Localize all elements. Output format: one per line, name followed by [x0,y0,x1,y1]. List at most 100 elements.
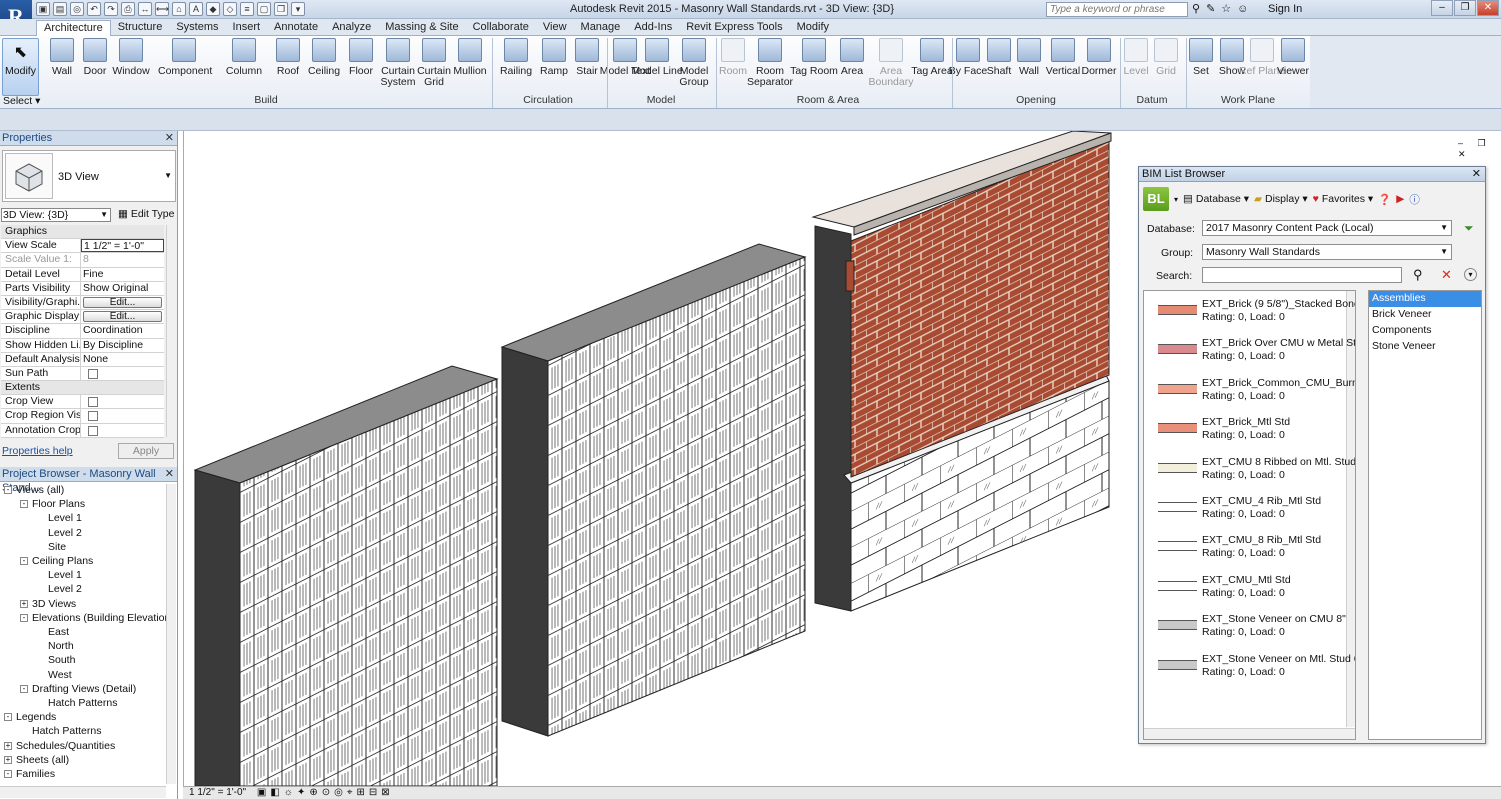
tab-structure[interactable]: Structure [111,20,170,36]
tree-item[interactable]: Level 2 [36,583,82,596]
collapse-icon[interactable]: - [4,486,12,495]
section-extents[interactable]: Extents [1,381,164,396]
close-icon[interactable]: ✕ [1472,167,1481,181]
database-menu[interactable]: ▤ Database ▾ [1183,193,1249,205]
property-row[interactable]: Sun Path [1,366,164,382]
tab-architecture[interactable]: Architecture [36,20,111,36]
tree-item[interactable]: Hatch Patterns [20,725,101,738]
property-row[interactable]: Detail Level Fine [1,267,164,282]
checkbox[interactable] [88,397,98,408]
apply-button[interactable]: Apply [118,443,174,459]
sun-path-checkbox[interactable] [88,368,98,379]
property-value[interactable]: 8 [81,253,164,266]
property-row[interactable]: Visibility/Graphi... Edit... [1,295,164,311]
list-item[interactable]: EXT_Brick Over CMU w Metal Stud Rating: 0… [1144,331,1355,370]
list-item[interactable]: EXT_CMU 8 Ribbed on Mtl. Stud 6" Rating: … [1144,450,1355,489]
property-value[interactable]: Fine [81,268,164,281]
expand-icon[interactable]: + [4,756,12,765]
tree-item[interactable]: + Sheets (all) [4,754,69,767]
open-icon[interactable]: ▣ [36,2,50,16]
tree-item[interactable]: - Ceiling Plans [20,555,93,568]
video-icon[interactable]: ▶ [1396,193,1404,205]
tab-add-ins[interactable]: Add-Ins [627,20,679,36]
help-icon[interactable]: ❓ [1378,193,1391,206]
property-value[interactable]: Show Original [81,282,164,295]
subscription-icon[interactable]: ✎ [1206,2,1215,15]
category-brick-veneer[interactable]: Brick Veneer [1369,307,1481,323]
sync-icon[interactable]: ◎ [70,2,84,16]
favorites-menu[interactable]: ♥ Favorites ▾ [1313,193,1374,205]
3d-view-icon[interactable]: ◆ [206,2,220,16]
tree-item[interactable]: West [36,669,72,682]
category-assemblies[interactable]: Assemblies [1369,291,1481,307]
search-icon[interactable]: ⚲ [1413,267,1423,283]
tree-item[interactable]: Level 1 [36,569,82,582]
group-select[interactable]: Masonry Wall Standards ▼ [1202,244,1452,260]
switch-windows-icon[interactable]: ❐ [274,2,288,16]
print-icon[interactable]: ⎙ [121,2,135,16]
chevron-down-icon[interactable]: ▾ [1174,195,1178,204]
property-row[interactable]: Crop View [1,395,164,410]
expand-icon[interactable]: + [4,741,12,750]
property-value[interactable]: Coordination [81,324,164,337]
bl-logo-icon[interactable]: BL [1143,187,1169,211]
property-row[interactable]: Parts Visibility Show Original [1,281,164,296]
filter-icon[interactable]: ⏷ [1464,221,1474,236]
tree-item[interactable]: East [36,626,69,639]
user-icon[interactable]: ☺ [1237,3,1248,15]
sign-in-link[interactable]: Sign In [1268,3,1302,15]
edit-button[interactable]: Edit... [83,296,162,308]
edit-button[interactable]: Edit... [83,311,162,323]
list-item[interactable]: EXT_Brick_Common_CMU_BurnishedRating: 0,… [1144,371,1355,410]
close-button[interactable]: ✕ [1477,0,1499,16]
tab-modify[interactable]: Modify [790,20,836,36]
tree-item[interactable]: + Schedules/Quantities [4,740,115,753]
tab-view[interactable]: View [536,20,574,36]
property-row[interactable]: Discipline Coordination [1,324,164,339]
undo-icon[interactable]: ↶ [87,2,101,16]
build-window-button[interactable]: Window [105,38,157,77]
tab-revit-express-tools[interactable]: Revit Express Tools [679,20,789,36]
type-selector[interactable]: 3D View ▼ [2,150,176,202]
build-component-button[interactable]: Component [158,38,212,77]
display-menu[interactable]: ▰ Display ▾ [1254,193,1308,205]
view-control-icons[interactable]: ▣◧☼✦⊕⊙◎⌖⊞⊟⊠ [257,787,394,798]
help-search-input[interactable]: Type a keyword or phrase [1046,2,1188,17]
browser-hscrollbar[interactable] [0,786,166,798]
binoculars-icon[interactable]: ⚲ [1192,2,1200,15]
collapse-icon[interactable]: - [4,713,12,722]
collapse-icon[interactable]: - [20,557,28,566]
close-icon[interactable]: ✕ [165,467,174,481]
measure-icon[interactable]: ↔ [138,2,152,16]
tree-item[interactable]: - Floor Plans [20,498,85,511]
list-item[interactable]: EXT_Brick (9 5/8")_Stacked Bond Rating: 0… [1144,292,1355,331]
property-value[interactable] [81,395,164,408]
favorites-star-icon[interactable]: ☆ [1221,2,1231,15]
tab-insert[interactable]: Insert [226,20,268,36]
expand-options-icon[interactable]: ▾ [1464,268,1477,281]
select-dropdown[interactable]: Select ▾ [3,95,40,107]
tag-icon[interactable]: ⌂ [172,2,186,16]
property-value[interactable] [81,409,164,422]
checkbox[interactable] [88,411,98,422]
instance-filter-combo[interactable]: 3D View: {3D} ▼ [1,208,111,222]
category-stone-veneer[interactable]: Stone Veneer [1369,339,1481,355]
tree-item[interactable]: +3D Views [20,598,76,611]
list-item[interactable]: EXT_CMU_4 Rib_Mtl Std Rating: 0, Load: 0 [1144,489,1344,528]
clear-search-icon[interactable]: ✕ [1441,267,1452,283]
bim-search-input[interactable] [1202,267,1402,283]
close-icon[interactable]: ✕ [165,131,174,145]
text-icon[interactable]: A [189,2,203,16]
property-row[interactable]: View Scale 1 1/2" = 1'-0" [1,239,164,254]
view-scale-label[interactable]: 1 1/2" = 1'-0" [189,787,246,798]
list-item[interactable]: EXT_Stone Veneer on Mtl. Stud 6" Rating: … [1144,647,1355,686]
list-item[interactable]: EXT_CMU_8 Rib_Mtl Std Rating: 0, Load: 0 [1144,528,1344,567]
tree-item[interactable]: - Elevations (Building Elevation) [20,612,174,625]
modify-button[interactable]: ⬉ Modify [2,38,39,96]
property-row[interactable]: Show Hidden Li... By Discipline [1,338,164,353]
tab-massing-site[interactable]: Massing & Site [378,20,465,36]
property-row[interactable]: Scale Value 1: 8 [1,253,164,268]
info-icon[interactable]: ⓘ [1409,192,1420,207]
property-row[interactable]: Graphic Display ...Edit... [1,310,164,325]
browser-scrollbar[interactable] [166,484,176,784]
